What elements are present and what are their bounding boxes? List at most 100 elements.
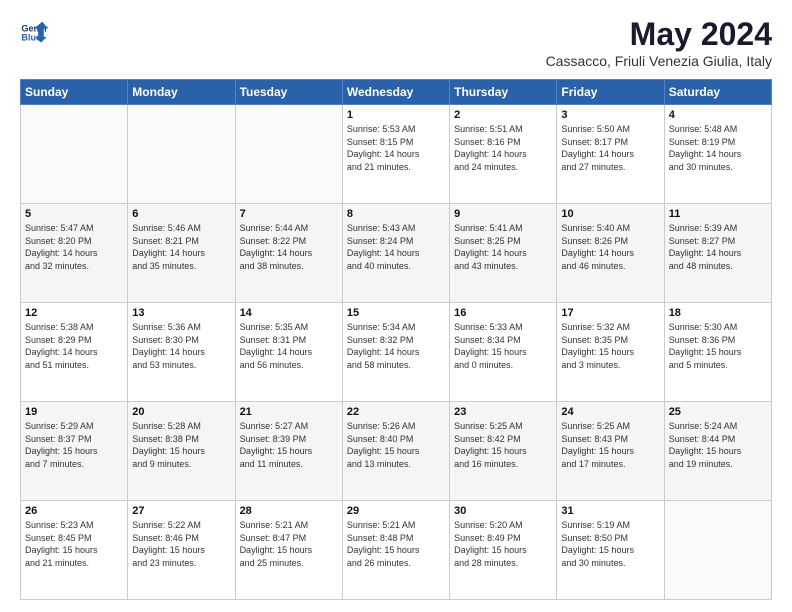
- day-info: Sunrise: 5:29 AM Sunset: 8:37 PM Dayligh…: [25, 420, 123, 470]
- day-cell-0-6: 4 Sunrise: 5:48 AM Sunset: 8:19 PM Daylig…: [664, 105, 771, 204]
- day-cell-4-2: 28 Sunrise: 5:21 AM Sunset: 8:47 PM Dayli…: [235, 501, 342, 600]
- day-cell-3-0: 19 Sunrise: 5:29 AM Sunset: 8:37 PM Dayli…: [21, 402, 128, 501]
- day-info: Sunrise: 5:40 AM Sunset: 8:26 PM Dayligh…: [561, 222, 659, 272]
- header-monday: Monday: [128, 80, 235, 105]
- day-info: Sunrise: 5:44 AM Sunset: 8:22 PM Dayligh…: [240, 222, 338, 272]
- day-number: 1: [347, 109, 445, 121]
- day-number: 9: [454, 208, 552, 220]
- day-info: Sunrise: 5:26 AM Sunset: 8:40 PM Dayligh…: [347, 420, 445, 470]
- day-cell-3-2: 21 Sunrise: 5:27 AM Sunset: 8:39 PM Dayli…: [235, 402, 342, 501]
- day-cell-4-6: [664, 501, 771, 600]
- week-row-4: 19 Sunrise: 5:29 AM Sunset: 8:37 PM Dayli…: [21, 402, 772, 501]
- day-info: Sunrise: 5:34 AM Sunset: 8:32 PM Dayligh…: [347, 321, 445, 371]
- day-cell-2-5: 17Sunrise: 5:32 AM Sunset: 8:35 PM Dayli…: [557, 303, 664, 402]
- day-info: Sunrise: 5:25 AM Sunset: 8:42 PM Dayligh…: [454, 420, 552, 470]
- day-number: 11: [669, 208, 767, 220]
- day-number: 28: [240, 505, 338, 517]
- day-cell-0-2: [235, 105, 342, 204]
- day-number: 7: [240, 208, 338, 220]
- week-row-3: 12 Sunrise: 5:38 AM Sunset: 8:29 PM Dayli…: [21, 303, 772, 402]
- day-cell-0-0: [21, 105, 128, 204]
- day-cell-2-4: 16 Sunrise: 5:33 AM Sunset: 8:34 PM Dayli…: [450, 303, 557, 402]
- day-number: 15: [347, 307, 445, 319]
- day-cell-3-3: 22 Sunrise: 5:26 AM Sunset: 8:40 PM Dayli…: [342, 402, 449, 501]
- day-cell-1-4: 9 Sunrise: 5:41 AM Sunset: 8:25 PM Daylig…: [450, 204, 557, 303]
- day-info: Sunrise: 5:35 AM Sunset: 8:31 PM Dayligh…: [240, 321, 338, 371]
- day-cell-0-4: 2 Sunrise: 5:51 AM Sunset: 8:16 PM Daylig…: [450, 105, 557, 204]
- day-cell-1-0: 5 Sunrise: 5:47 AM Sunset: 8:20 PM Daylig…: [21, 204, 128, 303]
- day-info: Sunrise: 5:47 AM Sunset: 8:20 PM Dayligh…: [25, 222, 123, 272]
- day-cell-2-0: 12 Sunrise: 5:38 AM Sunset: 8:29 PM Dayli…: [21, 303, 128, 402]
- day-number: 27: [132, 505, 230, 517]
- day-info: Sunrise: 5:41 AM Sunset: 8:25 PM Dayligh…: [454, 222, 552, 272]
- logo-icon: General Blue: [20, 16, 48, 44]
- day-number: 5: [25, 208, 123, 220]
- day-number: 12: [25, 307, 123, 319]
- day-info: Sunrise: 5:39 AM Sunset: 8:27 PM Dayligh…: [669, 222, 767, 272]
- month-title: May 2024: [546, 16, 772, 53]
- week-row-2: 5 Sunrise: 5:47 AM Sunset: 8:20 PM Daylig…: [21, 204, 772, 303]
- logo: General Blue: [20, 16, 48, 44]
- day-cell-2-1: 13 Sunrise: 5:36 AM Sunset: 8:30 PM Dayli…: [128, 303, 235, 402]
- day-number: 19: [25, 406, 123, 418]
- day-info: Sunrise: 5:43 AM Sunset: 8:24 PM Dayligh…: [347, 222, 445, 272]
- day-number: 20: [132, 406, 230, 418]
- day-number: 3: [561, 109, 659, 121]
- day-info: Sunrise: 5:36 AM Sunset: 8:30 PM Dayligh…: [132, 321, 230, 371]
- day-number: 10: [561, 208, 659, 220]
- day-info: Sunrise: 5:25 AM Sunset: 8:43 PM Dayligh…: [561, 420, 659, 470]
- day-number: 17: [561, 307, 659, 319]
- day-info: Sunrise: 5:21 AM Sunset: 8:48 PM Dayligh…: [347, 519, 445, 569]
- day-cell-0-1: [128, 105, 235, 204]
- day-number: 30: [454, 505, 552, 517]
- day-number: 16: [454, 307, 552, 319]
- day-info: Sunrise: 5:48 AM Sunset: 8:19 PM Dayligh…: [669, 123, 767, 173]
- day-info: Sunrise: 5:50 AM Sunset: 8:17 PM Dayligh…: [561, 123, 659, 173]
- day-number: 13: [132, 307, 230, 319]
- day-info: Sunrise: 5:46 AM Sunset: 8:21 PM Dayligh…: [132, 222, 230, 272]
- day-number: 2: [454, 109, 552, 121]
- day-cell-0-5: 3 Sunrise: 5:50 AM Sunset: 8:17 PM Daylig…: [557, 105, 664, 204]
- day-number: 29: [347, 505, 445, 517]
- day-cell-1-6: 11 Sunrise: 5:39 AM Sunset: 8:27 PM Dayli…: [664, 204, 771, 303]
- day-info: Sunrise: 5:21 AM Sunset: 8:47 PM Dayligh…: [240, 519, 338, 569]
- day-info: Sunrise: 5:51 AM Sunset: 8:16 PM Dayligh…: [454, 123, 552, 173]
- title-block: May 2024 Cassacco, Friuli Venezia Giulia…: [546, 16, 772, 69]
- day-info: Sunrise: 5:30 AM Sunset: 8:36 PM Dayligh…: [669, 321, 767, 371]
- day-cell-2-6: 18Sunrise: 5:30 AM Sunset: 8:36 PM Dayli…: [664, 303, 771, 402]
- day-info: Sunrise: 5:20 AM Sunset: 8:49 PM Dayligh…: [454, 519, 552, 569]
- day-cell-3-1: 20 Sunrise: 5:28 AM Sunset: 8:38 PM Dayli…: [128, 402, 235, 501]
- day-number: 24: [561, 406, 659, 418]
- day-info: Sunrise: 5:27 AM Sunset: 8:39 PM Dayligh…: [240, 420, 338, 470]
- day-cell-2-2: 14Sunrise: 5:35 AM Sunset: 8:31 PM Dayli…: [235, 303, 342, 402]
- day-cell-3-5: 24 Sunrise: 5:25 AM Sunset: 8:43 PM Dayli…: [557, 402, 664, 501]
- day-info: Sunrise: 5:23 AM Sunset: 8:45 PM Dayligh…: [25, 519, 123, 569]
- day-cell-4-3: 29 Sunrise: 5:21 AM Sunset: 8:48 PM Dayli…: [342, 501, 449, 600]
- day-cell-3-4: 23Sunrise: 5:25 AM Sunset: 8:42 PM Dayli…: [450, 402, 557, 501]
- day-info: Sunrise: 5:38 AM Sunset: 8:29 PM Dayligh…: [25, 321, 123, 371]
- day-cell-1-2: 7 Sunrise: 5:44 AM Sunset: 8:22 PM Daylig…: [235, 204, 342, 303]
- week-row-5: 26 Sunrise: 5:23 AM Sunset: 8:45 PM Dayli…: [21, 501, 772, 600]
- day-number: 8: [347, 208, 445, 220]
- day-number: 21: [240, 406, 338, 418]
- day-number: 4: [669, 109, 767, 121]
- day-number: 22: [347, 406, 445, 418]
- day-number: 31: [561, 505, 659, 517]
- day-info: Sunrise: 5:28 AM Sunset: 8:38 PM Dayligh…: [132, 420, 230, 470]
- day-info: Sunrise: 5:19 AM Sunset: 8:50 PM Dayligh…: [561, 519, 659, 569]
- day-cell-1-5: 10 Sunrise: 5:40 AM Sunset: 8:26 PM Dayli…: [557, 204, 664, 303]
- day-cell-1-3: 8 Sunrise: 5:43 AM Sunset: 8:24 PM Daylig…: [342, 204, 449, 303]
- header-sunday: Sunday: [21, 80, 128, 105]
- header-friday: Friday: [557, 80, 664, 105]
- day-info: Sunrise: 5:22 AM Sunset: 8:46 PM Dayligh…: [132, 519, 230, 569]
- day-number: 26: [25, 505, 123, 517]
- day-cell-4-4: 30 Sunrise: 5:20 AM Sunset: 8:49 PM Dayli…: [450, 501, 557, 600]
- day-info: Sunrise: 5:53 AM Sunset: 8:15 PM Dayligh…: [347, 123, 445, 173]
- day-info: Sunrise: 5:33 AM Sunset: 8:34 PM Dayligh…: [454, 321, 552, 371]
- week-row-1: 1 Sunrise: 5:53 AM Sunset: 8:15 PM Daylig…: [21, 105, 772, 204]
- subtitle: Cassacco, Friuli Venezia Giulia, Italy: [546, 53, 772, 69]
- day-cell-3-6: 25Sunrise: 5:24 AM Sunset: 8:44 PM Dayli…: [664, 402, 771, 501]
- day-cell-4-0: 26 Sunrise: 5:23 AM Sunset: 8:45 PM Dayli…: [21, 501, 128, 600]
- day-number: 6: [132, 208, 230, 220]
- day-info: Sunrise: 5:24 AM Sunset: 8:44 PM Dayligh…: [669, 420, 767, 470]
